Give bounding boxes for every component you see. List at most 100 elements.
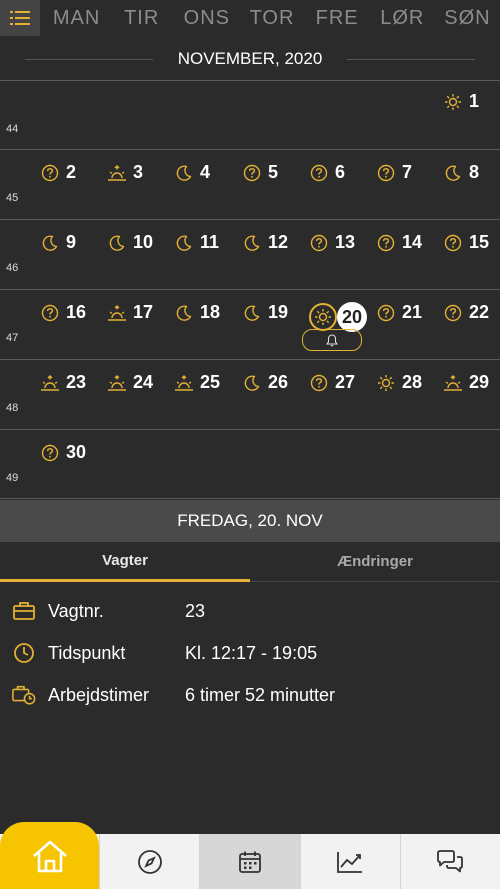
day-number: 15 [469,232,490,252]
calendar-day-27[interactable]: 27 [309,372,355,393]
sunrise-icon [107,303,127,323]
calendar-day-22[interactable]: 22 [443,302,489,323]
detail-label: Tidspunkt [48,642,126,663]
question-icon [309,233,329,253]
detail-label: Arbejdstimer [48,684,150,705]
calendar-day-18[interactable]: 18 [174,302,220,323]
weekday-labels: MAN TIR ONS TOR FRE LØR SØN [44,0,500,36]
day-number: 12 [268,232,289,252]
calendar-day-12[interactable]: 12 [242,232,288,253]
calendar-day-3[interactable]: 3 [107,162,143,183]
sunrise-icon [107,163,127,183]
tab-changes[interactable]: Ændringer [250,542,500,582]
briefcase-icon [12,599,36,623]
sunrise-icon [107,373,127,393]
calendar-day-15[interactable]: 15 [443,232,489,253]
calendar-day-9[interactable]: 9 [40,232,76,253]
nav-explore-button[interactable] [99,834,199,889]
calendar-day-28[interactable]: 28 [376,372,422,393]
calendar-day-24[interactable]: 24 [107,372,153,393]
week-number: 45 [6,192,19,204]
shift-details: Vagtnr. 23 Tidspunkt Kl. 12:17 - 19:05 A… [0,590,500,716]
calendar-day-20[interactable]: 20 [309,302,367,332]
detail-row-shift-number: Vagtnr. 23 [0,590,500,632]
day-number: 17 [133,302,154,322]
calendar-day-13[interactable]: 13 [309,232,355,253]
calendar-day-11[interactable]: 11 [174,232,219,253]
calendar-day-30[interactable]: 30 [40,442,86,463]
day-number: 21 [402,302,423,322]
weekday-label: MAN [52,6,101,29]
day-number: 1 [469,91,480,111]
calendar-day-1[interactable]: 1 [443,91,479,112]
detail-value: 6 timer 52 minutter [185,684,336,705]
day-number: 4 [200,162,211,182]
calendar-day-25[interactable]: 25 [174,372,220,393]
calendar-day-10[interactable]: 10 [107,232,153,253]
moon-icon [174,233,194,253]
weekday-label: ONS [183,6,231,29]
day-number: 5 [268,162,279,182]
day-number: 20 [337,302,367,332]
month-title-row: NOVEMBER, 2020 [0,46,500,72]
day-number: 7 [402,162,413,182]
calendar-day-26[interactable]: 26 [242,372,288,393]
divider [347,58,475,60]
sun-icon [376,373,396,393]
day-number: 29 [469,372,490,392]
compass-icon [137,849,162,874]
clock-icon [12,641,36,665]
nav-calendar-button[interactable] [199,834,300,889]
moon-icon [174,163,194,183]
chat-icon [437,849,464,872]
question-icon [40,303,60,323]
day-number: 11 [200,232,220,252]
question-icon [242,163,262,183]
chart-icon [337,851,363,873]
calendar-day-7[interactable]: 7 [376,162,412,183]
moon-icon [242,373,262,393]
question-icon [309,373,329,393]
day-number: 8 [469,162,480,182]
sunrise-icon [174,373,194,393]
tab-shifts[interactable]: Vagter [0,542,250,582]
day-number: 26 [268,372,289,392]
nav-statistics-button[interactable] [299,834,400,889]
calendar-day-14[interactable]: 14 [376,232,422,253]
nav-messages-button[interactable] [399,834,500,889]
calendar-day-8[interactable]: 8 [443,162,479,183]
bell-icon [326,333,338,346]
notification-pill[interactable] [302,329,362,351]
calendar-day-5[interactable]: 5 [242,162,278,183]
day-number: 14 [402,232,423,252]
divider [0,498,500,499]
day-number: 16 [66,302,87,322]
question-icon [40,163,60,183]
question-icon [376,163,396,183]
calendar-day-21[interactable]: 21 [376,302,422,323]
question-icon [309,163,329,183]
calendar-day-17[interactable]: 17 [107,302,153,323]
nav-home-button[interactable] [0,822,100,889]
week-row: 48 23 24 25 26 27 28 29 [0,359,500,430]
divider [25,58,153,60]
question-icon [376,233,396,253]
moon-icon [107,233,127,253]
calendar-day-16[interactable]: 16 [40,302,86,323]
moon-icon [174,303,194,323]
menu-button[interactable] [0,0,40,36]
day-number: 9 [66,232,77,252]
week-row: 46 9 10 11 12 13 14 15 [0,219,500,290]
calendar-day-23[interactable]: 23 [40,372,86,393]
calendar-day-4[interactable]: 4 [174,162,210,183]
calendar-day-2[interactable]: 2 [40,162,76,183]
calendar-day-29[interactable]: 29 [443,372,489,393]
weekday-label: TOR [249,6,295,29]
calendar-day-19[interactable]: 19 [242,302,288,323]
calendar-day-6[interactable]: 6 [309,162,345,183]
tab-bar: Vagter Ændringer [0,542,500,582]
day-number: 30 [66,442,87,462]
list-menu-icon [10,11,30,25]
moon-icon [443,163,463,183]
sunrise-icon [40,373,60,393]
